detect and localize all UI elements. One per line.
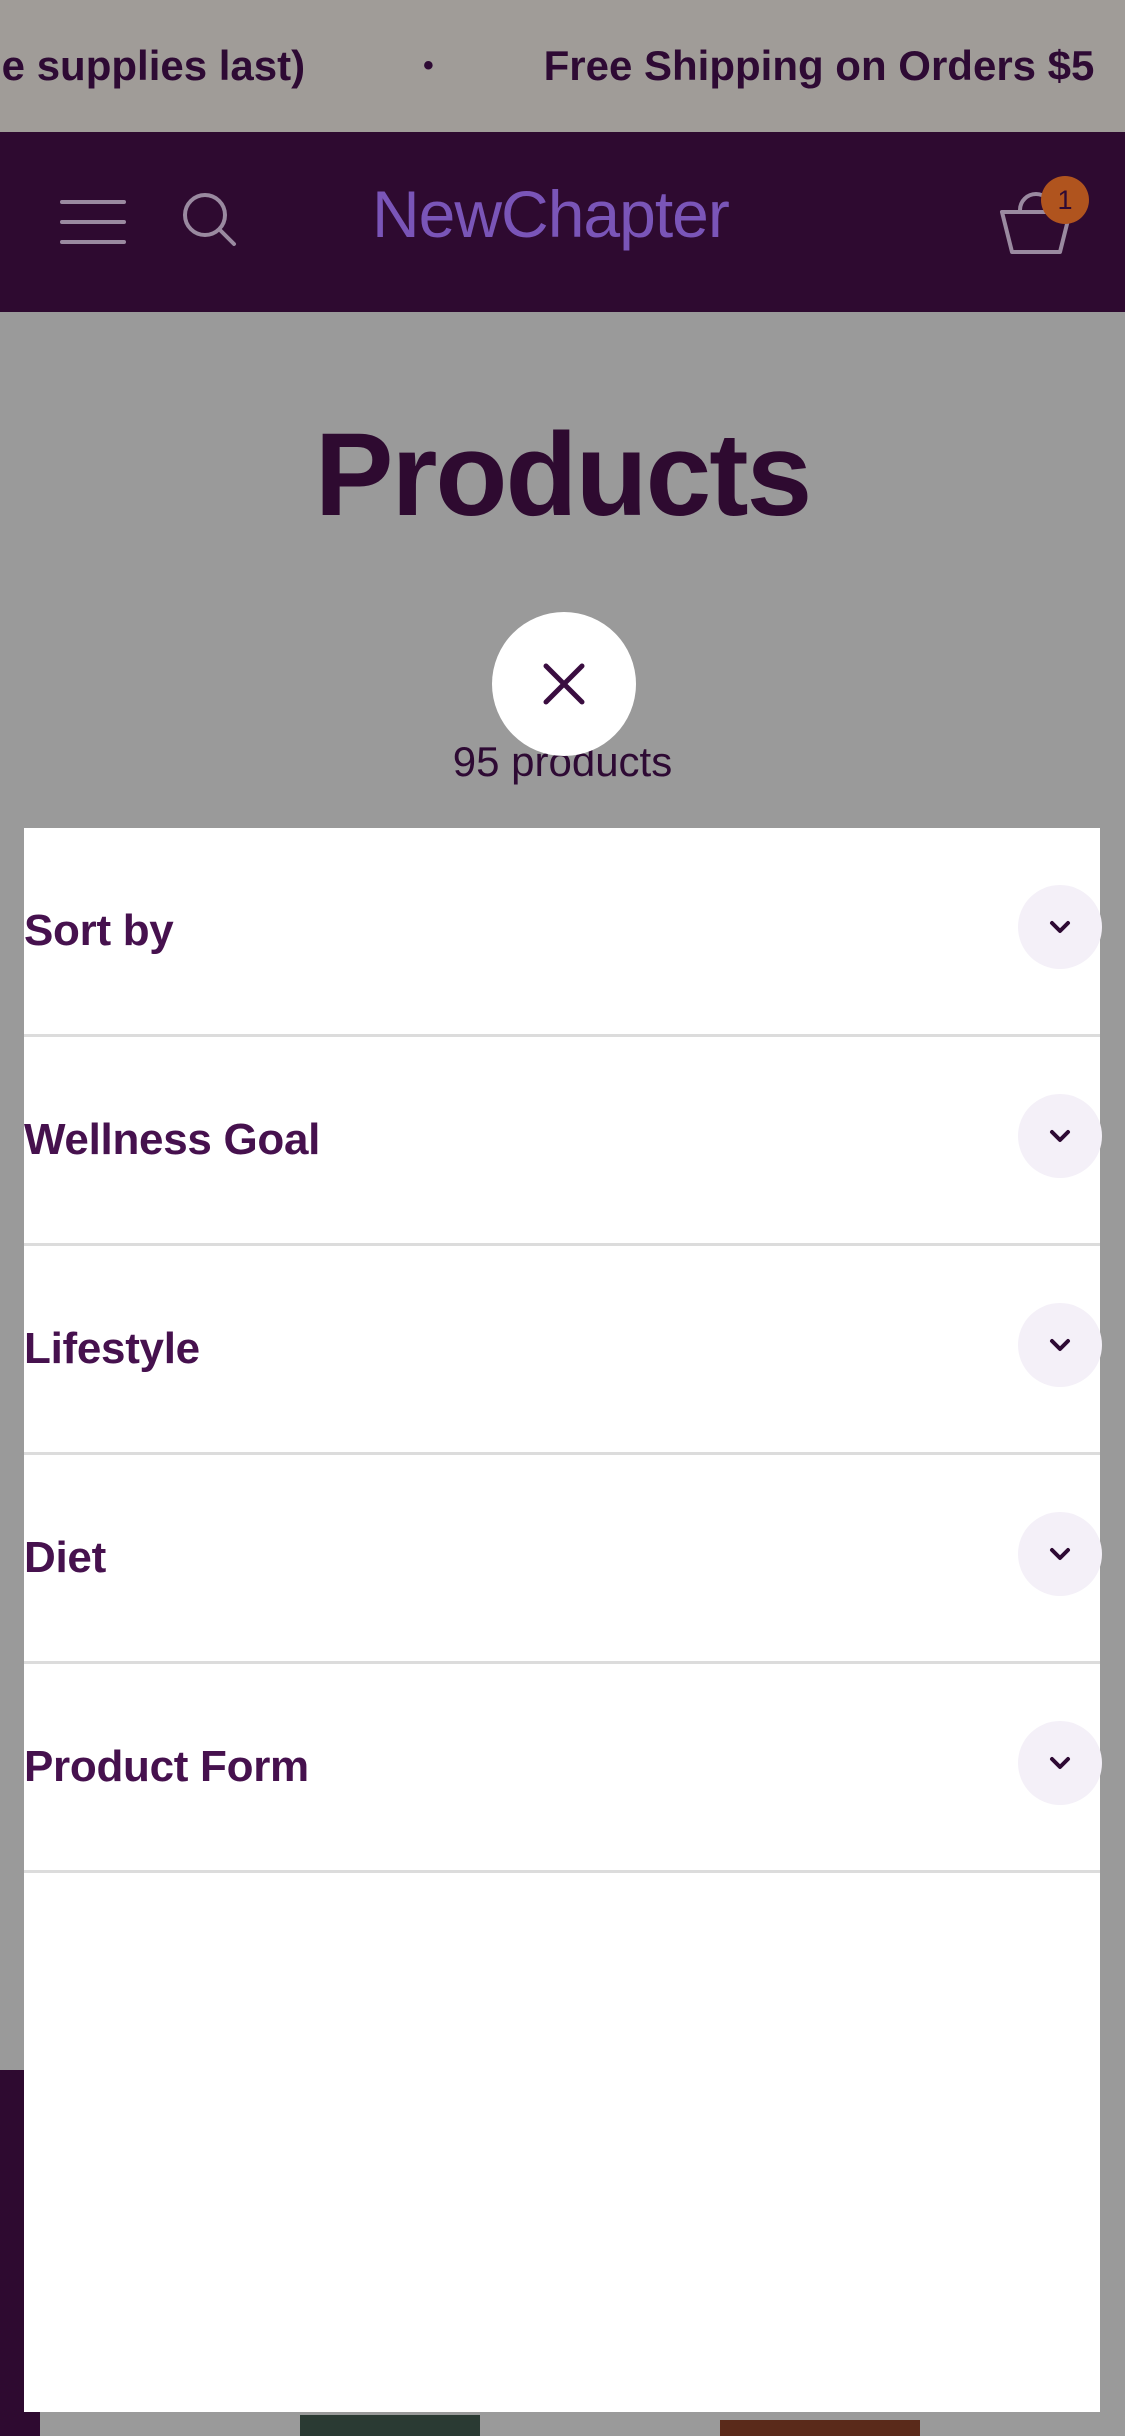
announcement-text-partial: le supplies last) <box>0 42 306 89</box>
filter-label: Wellness Goal <box>24 1115 321 1164</box>
site-header: NewChapter <box>0 132 1125 312</box>
filter-label: Sort by <box>24 906 174 955</box>
filter-label: Diet <box>24 1533 106 1582</box>
filter-label: Product Form <box>24 1742 309 1791</box>
filter-lifestyle[interactable]: Lifestyle <box>24 1246 1102 1455</box>
filter-drawer: Sort by Wellness Goal Lifestyle Diet Pro… <box>24 828 1102 2412</box>
announcement-text: Free Shipping on Orders $5 <box>543 42 1095 89</box>
cart-count-badge: 1 <box>1041 176 1089 224</box>
chevron-down-icon[interactable] <box>1018 1512 1102 1596</box>
chevron-down-icon[interactable] <box>1018 1721 1102 1805</box>
filter-label: Lifestyle <box>24 1324 200 1373</box>
chevron-down-icon[interactable] <box>1018 885 1102 969</box>
filter-product-form[interactable]: Product Form <box>24 1664 1102 1873</box>
chevron-down-icon[interactable] <box>1018 1303 1102 1387</box>
close-filter-button[interactable] <box>492 612 636 756</box>
brand-logo[interactable]: NewChapter <box>372 176 730 252</box>
background-product-image <box>720 2420 920 2436</box>
announcement-separator: • <box>423 49 434 82</box>
hamburger-menu-icon[interactable] <box>60 200 126 244</box>
close-icon <box>543 663 585 705</box>
background-product-image <box>300 2415 480 2436</box>
chevron-down-icon[interactable] <box>1018 1094 1102 1178</box>
search-icon[interactable] <box>180 190 240 250</box>
announcement-marquee: le supplies last) • Free Shipping on Ord… <box>0 0 1094 132</box>
filter-wellness-goal[interactable]: Wellness Goal <box>24 1037 1102 1246</box>
filter-diet[interactable]: Diet <box>24 1455 1102 1664</box>
announcement-bar: le supplies last) • Free Shipping on Ord… <box>0 0 1125 132</box>
filter-sort-by[interactable]: Sort by <box>24 828 1102 1037</box>
page-title: Products <box>314 409 812 541</box>
